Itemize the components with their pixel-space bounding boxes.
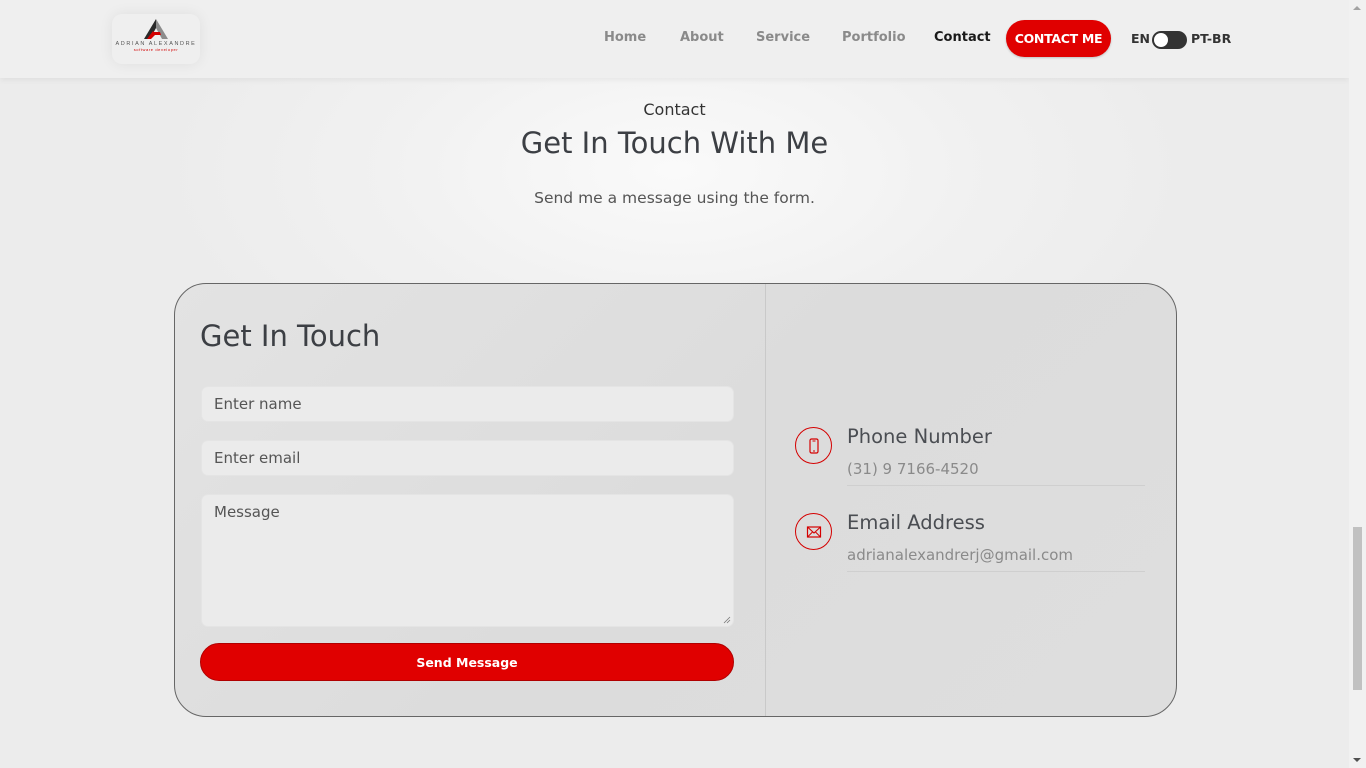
envelope-icon bbox=[795, 513, 832, 550]
phone-value[interactable]: (31) 9 7166-4520 bbox=[847, 460, 979, 478]
message-placeholder: Message bbox=[214, 503, 280, 521]
email-value[interactable]: adrianalexandrerj@gmail.com bbox=[847, 546, 1073, 564]
phone-underline bbox=[847, 485, 1145, 486]
nav-service[interactable]: Service bbox=[756, 30, 810, 45]
section-title: Get In Touch With Me bbox=[520, 126, 829, 160]
section-description: Send me a message using the form. bbox=[534, 189, 815, 207]
email-placeholder: Enter email bbox=[214, 449, 301, 467]
form-title: Get In Touch bbox=[200, 319, 381, 353]
page: ADRIAN ALEXANDRE software developer Home… bbox=[0, 0, 1349, 768]
site-header: ADRIAN ALEXANDRE software developer Home… bbox=[0, 0, 1349, 78]
nav-about[interactable]: About bbox=[680, 30, 724, 45]
email-underline bbox=[847, 571, 1145, 572]
toggle-knob bbox=[1154, 33, 1168, 47]
card-divider bbox=[765, 284, 766, 716]
nav-contact[interactable]: Contact bbox=[934, 30, 991, 45]
smartphone-icon bbox=[795, 427, 832, 464]
name-placeholder: Enter name bbox=[214, 395, 302, 413]
contact-card: Get In Touch Enter name Enter email Mess… bbox=[174, 283, 1177, 717]
nav-portfolio[interactable]: Portfolio bbox=[842, 30, 906, 45]
section-subtitle: Contact bbox=[643, 100, 706, 119]
lang-ptbr-label: PT-BR bbox=[1191, 31, 1232, 46]
message-textarea[interactable]: Message bbox=[201, 494, 734, 627]
resize-handle-icon[interactable] bbox=[723, 616, 731, 624]
scroll-down-arrow-icon[interactable] bbox=[1353, 758, 1361, 762]
lang-en-label: EN bbox=[1131, 31, 1151, 46]
page-scrollbar[interactable] bbox=[1349, 0, 1366, 768]
contact-me-button[interactable]: CONTACT ME bbox=[1006, 20, 1111, 57]
email-label: Email Address bbox=[847, 511, 985, 534]
phone-label: Phone Number bbox=[847, 425, 992, 448]
name-input[interactable]: Enter name bbox=[201, 386, 734, 422]
email-input[interactable]: Enter email bbox=[201, 440, 734, 476]
language-toggle[interactable] bbox=[1152, 31, 1187, 49]
send-message-button[interactable]: Send Message bbox=[200, 643, 734, 681]
scrollbar-thumb[interactable] bbox=[1353, 527, 1362, 690]
nav-home[interactable]: Home bbox=[604, 30, 646, 45]
scroll-up-arrow-icon[interactable] bbox=[1353, 6, 1361, 10]
